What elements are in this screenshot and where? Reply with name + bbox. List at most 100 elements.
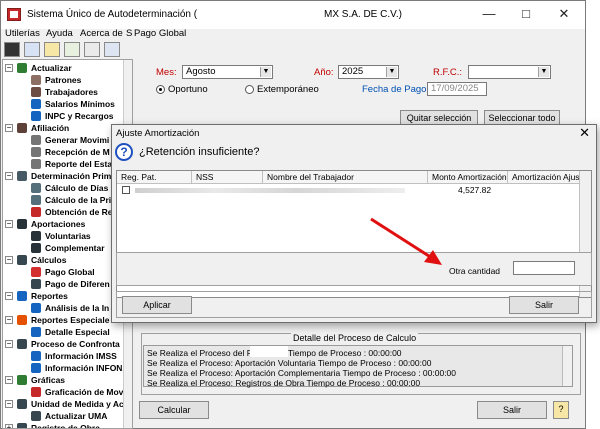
maximize-icon[interactable]: □ bbox=[518, 6, 534, 22]
tree-node-icon bbox=[31, 75, 41, 85]
tree-label: Unidad de Medida y Actual bbox=[31, 399, 133, 409]
collapse-icon[interactable]: − bbox=[5, 172, 13, 180]
mes-select[interactable]: Agosto ▼ bbox=[182, 65, 273, 79]
dialog-close-icon[interactable]: ✕ bbox=[579, 126, 590, 140]
tree-node-icon bbox=[17, 339, 27, 349]
tree-node-icon bbox=[31, 327, 41, 337]
tree-node-icon bbox=[31, 231, 41, 241]
col-reg-pat[interactable]: Reg. Pat. bbox=[121, 172, 156, 182]
row-checkbox[interactable] bbox=[122, 186, 130, 194]
tree-label: Información INFONAV bbox=[45, 363, 133, 373]
tools-icon[interactable] bbox=[104, 42, 120, 57]
menu-acerca-de[interactable]: Acerca de bbox=[80, 28, 123, 39]
expand-icon[interactable]: + bbox=[5, 424, 13, 428]
fecha-pago-input[interactable]: 17/09/2025 bbox=[427, 82, 487, 96]
collapse-icon[interactable]: − bbox=[5, 376, 13, 384]
folder-icon[interactable] bbox=[44, 42, 60, 57]
otra-cantidad-input[interactable] bbox=[513, 261, 575, 275]
tree-node-icon bbox=[31, 267, 41, 277]
tree-node-icon bbox=[31, 147, 41, 157]
tree-label: Actualizar UMA bbox=[45, 411, 108, 421]
window-title-company: MX S.A. DE C.V.) bbox=[324, 9, 402, 20]
column-divider bbox=[427, 171, 428, 184]
table-row[interactable]: 4,527.82 bbox=[117, 185, 581, 196]
col-nss[interactable]: NSS bbox=[196, 172, 213, 182]
tree-label: Complementar bbox=[45, 243, 105, 253]
tree-label: Pago de Diferen bbox=[45, 279, 110, 289]
chart-icon[interactable] bbox=[24, 42, 40, 57]
collapse-icon[interactable]: − bbox=[5, 340, 13, 348]
tree-node-icon bbox=[17, 255, 27, 265]
tree-node-icon bbox=[31, 87, 41, 97]
tree-label: Trabajadores bbox=[45, 87, 98, 97]
collapse-icon[interactable]: − bbox=[5, 400, 13, 408]
redacted-data bbox=[135, 188, 405, 193]
aplicar-label: Aplicar bbox=[143, 300, 171, 310]
tree-node-icon bbox=[17, 63, 27, 73]
salir-main-button[interactable]: Salir bbox=[477, 401, 547, 419]
dialog-salir-button[interactable]: Salir bbox=[509, 296, 579, 314]
tree-node-icon bbox=[31, 303, 41, 313]
tree-node-icon bbox=[31, 183, 41, 193]
minimize-icon[interactable]: — bbox=[481, 6, 497, 22]
col-monto[interactable]: Monto Amortización bbox=[432, 172, 507, 182]
tree-node-icon bbox=[17, 171, 27, 181]
tree-label: Reportes Especiale bbox=[31, 315, 110, 325]
collapse-icon[interactable]: − bbox=[5, 64, 13, 72]
menu-pago-global[interactable]: Pago Global bbox=[134, 28, 186, 39]
mes-label: Mes: bbox=[156, 67, 177, 78]
tree-node-icon bbox=[31, 159, 41, 169]
anio-select[interactable]: 2025 ▼ bbox=[338, 65, 399, 79]
close-icon[interactable]: ✕ bbox=[556, 6, 572, 22]
tree-node-icon bbox=[31, 111, 41, 121]
tree-node-icon bbox=[17, 291, 27, 301]
drive-icon[interactable] bbox=[84, 42, 100, 57]
tree-label: Obtención de Re bbox=[45, 207, 113, 217]
col-nombre[interactable]: Nombre del Trabajador bbox=[267, 172, 354, 182]
collapse-icon[interactable]: − bbox=[5, 256, 13, 264]
salir-main-label: Salir bbox=[502, 405, 521, 415]
tree-label: Voluntarias bbox=[45, 231, 91, 241]
dialog-heading: ¿Retención insuficiente? bbox=[139, 146, 260, 158]
aplicar-button[interactable]: Aplicar bbox=[122, 296, 192, 314]
tree-label: Afiliación bbox=[31, 123, 70, 133]
tree-node-icon bbox=[17, 375, 27, 385]
search-icon[interactable] bbox=[4, 42, 20, 57]
menu-ayuda[interactable]: Ayuda bbox=[46, 28, 73, 39]
oportuno-radio[interactable] bbox=[156, 85, 165, 94]
tree-label: Cálculo de la Pri bbox=[45, 195, 112, 205]
rfc-select[interactable]: ▼ bbox=[468, 65, 551, 79]
extemporaneo-label: Extemporáneo bbox=[257, 84, 319, 95]
title-bar: Sistema Único de Autodeterminación ( MX … bbox=[1, 1, 585, 29]
collapse-icon[interactable]: − bbox=[5, 124, 13, 132]
redaction bbox=[250, 346, 288, 357]
tree-node-icon bbox=[31, 387, 41, 397]
calcular-button[interactable]: Calcular bbox=[139, 401, 209, 419]
toolbar bbox=[1, 41, 131, 58]
col-ajuste[interactable]: Amortización Ajust... bbox=[512, 172, 589, 182]
document-icon[interactable] bbox=[64, 42, 80, 57]
tree-label: Actualizar bbox=[31, 63, 72, 73]
chevron-down-icon: ▼ bbox=[260, 67, 271, 77]
calcular-label: Calcular bbox=[157, 405, 191, 415]
collapse-icon[interactable]: − bbox=[5, 316, 13, 324]
detail-scrollbar[interactable] bbox=[562, 346, 572, 386]
tree-label: Reportes bbox=[31, 291, 68, 301]
tree-label: Detalle Especial bbox=[45, 327, 110, 337]
menu-utilerias[interactable]: Utilerías bbox=[5, 28, 40, 39]
detail-line: Se Realiza el Proceso: Aportación Volunt… bbox=[147, 358, 432, 368]
tree-label: Gráficas bbox=[31, 375, 66, 385]
tree-label: Generar Movimi bbox=[45, 135, 110, 145]
collapse-icon[interactable]: − bbox=[5, 220, 13, 228]
tree-label: Salarios Mínimos bbox=[45, 99, 115, 109]
otra-cantidad-label: Otra cantidad bbox=[449, 266, 501, 276]
help-icon[interactable]: ? bbox=[553, 401, 569, 419]
tree-node-icon bbox=[31, 363, 41, 373]
menu-s[interactable]: S bbox=[126, 28, 132, 39]
extemporaneo-radio[interactable] bbox=[245, 85, 254, 94]
tree-label: INPC y Recargos bbox=[45, 111, 114, 121]
tree-label: Patrones bbox=[45, 75, 82, 85]
collapse-icon[interactable]: − bbox=[5, 292, 13, 300]
tree-node-icon bbox=[17, 315, 27, 325]
tree-node-icon bbox=[17, 219, 27, 229]
